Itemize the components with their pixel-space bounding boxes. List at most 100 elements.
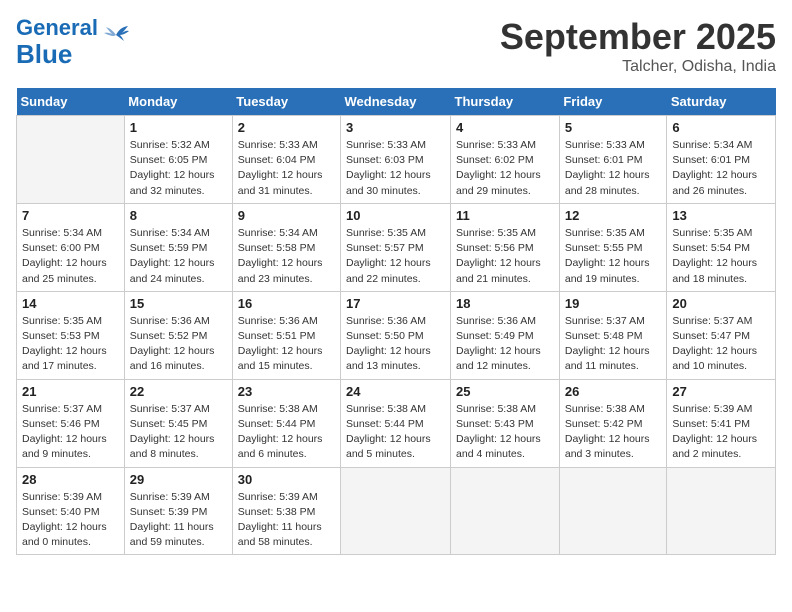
day-info: Sunrise: 5:33 AM Sunset: 6:01 PM Dayligh…: [565, 138, 662, 199]
day-number: 25: [456, 384, 554, 399]
logo-text: General Blue: [16, 16, 98, 69]
day-number: 26: [565, 384, 662, 399]
title-block: September 2025 Talcher, Odisha, India: [500, 16, 776, 76]
day-number: 30: [238, 472, 335, 487]
calendar-day: 23 Sunrise: 5:38 AM Sunset: 5:44 PM Dayli…: [232, 379, 340, 467]
calendar-day: 7 Sunrise: 5:34 AM Sunset: 6:00 PM Daylig…: [17, 203, 125, 291]
calendar-table: SundayMondayTuesdayWednesdayThursdayFrid…: [16, 88, 776, 555]
calendar-week-3: 14 Sunrise: 5:35 AM Sunset: 5:53 PM Dayli…: [17, 291, 776, 379]
day-info: Sunrise: 5:35 AM Sunset: 5:54 PM Dayligh…: [672, 226, 770, 287]
calendar-day: [667, 467, 776, 555]
month-title: September 2025: [500, 16, 776, 58]
calendar-day: 15 Sunrise: 5:36 AM Sunset: 5:52 PM Dayli…: [124, 291, 232, 379]
day-number: 16: [238, 296, 335, 311]
calendar-day: 29 Sunrise: 5:39 AM Sunset: 5:39 PM Dayli…: [124, 467, 232, 555]
calendar-day: 1 Sunrise: 5:32 AM Sunset: 6:05 PM Daylig…: [124, 116, 232, 204]
day-info: Sunrise: 5:34 AM Sunset: 5:58 PM Dayligh…: [238, 226, 335, 287]
day-number: 3: [346, 120, 445, 135]
day-number: 12: [565, 208, 662, 223]
day-info: Sunrise: 5:37 AM Sunset: 5:48 PM Dayligh…: [565, 314, 662, 375]
day-info: Sunrise: 5:38 AM Sunset: 5:43 PM Dayligh…: [456, 402, 554, 463]
day-info: Sunrise: 5:36 AM Sunset: 5:50 PM Dayligh…: [346, 314, 445, 375]
day-number: 22: [130, 384, 227, 399]
calendar-day: 22 Sunrise: 5:37 AM Sunset: 5:45 PM Dayli…: [124, 379, 232, 467]
day-info: Sunrise: 5:36 AM Sunset: 5:52 PM Dayligh…: [130, 314, 227, 375]
calendar-day: 12 Sunrise: 5:35 AM Sunset: 5:55 PM Dayli…: [559, 203, 667, 291]
calendar-day: 2Sunrise: 5:33 AM Sunset: 6:04 PM Daylig…: [232, 116, 340, 204]
day-info: Sunrise: 5:37 AM Sunset: 5:45 PM Dayligh…: [130, 402, 227, 463]
page-header: General Blue September 2025 Talcher, Odi…: [16, 16, 776, 76]
day-info: Sunrise: 5:38 AM Sunset: 5:44 PM Dayligh…: [346, 402, 445, 463]
calendar-day: 30 Sunrise: 5:39 AM Sunset: 5:38 PM Dayli…: [232, 467, 340, 555]
logo: General Blue: [16, 16, 130, 69]
day-info: Sunrise: 5:37 AM Sunset: 5:46 PM Dayligh…: [22, 402, 119, 463]
day-info: Sunrise: 5:39 AM Sunset: 5:38 PM Dayligh…: [238, 490, 335, 551]
day-info: Sunrise: 5:38 AM Sunset: 5:44 PM Dayligh…: [238, 402, 335, 463]
day-info: Sunrise: 5:39 AM Sunset: 5:40 PM Dayligh…: [22, 490, 119, 551]
calendar-day: 13 Sunrise: 5:35 AM Sunset: 5:54 PM Dayli…: [667, 203, 776, 291]
calendar-day: 16 Sunrise: 5:36 AM Sunset: 5:51 PM Dayli…: [232, 291, 340, 379]
day-number: 19: [565, 296, 662, 311]
day-info: Sunrise: 5:34 AM Sunset: 6:00 PM Dayligh…: [22, 226, 119, 287]
calendar-day: [451, 467, 560, 555]
day-number: 29: [130, 472, 227, 487]
calendar-day: 18Sunrise: 5:36 AM Sunset: 5:49 PM Dayli…: [451, 291, 560, 379]
day-number: 15: [130, 296, 227, 311]
calendar-day: 3 Sunrise: 5:33 AM Sunset: 6:03 PM Daylig…: [341, 116, 451, 204]
calendar-day: 8Sunrise: 5:34 AM Sunset: 5:59 PM Daylig…: [124, 203, 232, 291]
calendar-header-row: SundayMondayTuesdayWednesdayThursdayFrid…: [17, 88, 776, 116]
calendar-day: 28 Sunrise: 5:39 AM Sunset: 5:40 PM Dayli…: [17, 467, 125, 555]
day-number: 24: [346, 384, 445, 399]
day-number: 21: [22, 384, 119, 399]
day-number: 10: [346, 208, 445, 223]
calendar-day: 4 Sunrise: 5:33 AM Sunset: 6:02 PM Daylig…: [451, 116, 560, 204]
calendar-day: 9Sunrise: 5:34 AM Sunset: 5:58 PM Daylig…: [232, 203, 340, 291]
day-number: 1: [130, 120, 227, 135]
day-number: 5: [565, 120, 662, 135]
calendar-day: [559, 467, 667, 555]
day-number: 6: [672, 120, 770, 135]
calendar-day: [17, 116, 125, 204]
day-number: 14: [22, 296, 119, 311]
day-info: Sunrise: 5:39 AM Sunset: 5:41 PM Dayligh…: [672, 402, 770, 463]
calendar-day: 10Sunrise: 5:35 AM Sunset: 5:57 PM Dayli…: [341, 203, 451, 291]
header-tuesday: Tuesday: [232, 88, 340, 116]
day-info: Sunrise: 5:34 AM Sunset: 5:59 PM Dayligh…: [130, 226, 227, 287]
location-subtitle: Talcher, Odisha, India: [500, 58, 776, 76]
day-info: Sunrise: 5:38 AM Sunset: 5:42 PM Dayligh…: [565, 402, 662, 463]
day-info: Sunrise: 5:36 AM Sunset: 5:49 PM Dayligh…: [456, 314, 554, 375]
calendar-week-4: 21 Sunrise: 5:37 AM Sunset: 5:46 PM Dayli…: [17, 379, 776, 467]
header-friday: Friday: [559, 88, 667, 116]
day-number: 23: [238, 384, 335, 399]
day-info: Sunrise: 5:35 AM Sunset: 5:55 PM Dayligh…: [565, 226, 662, 287]
calendar-week-2: 7 Sunrise: 5:34 AM Sunset: 6:00 PM Daylig…: [17, 203, 776, 291]
day-info: Sunrise: 5:34 AM Sunset: 6:01 PM Dayligh…: [672, 138, 770, 199]
day-number: 4: [456, 120, 554, 135]
day-info: Sunrise: 5:32 AM Sunset: 6:05 PM Dayligh…: [130, 138, 227, 199]
day-info: Sunrise: 5:35 AM Sunset: 5:53 PM Dayligh…: [22, 314, 119, 375]
day-info: Sunrise: 5:37 AM Sunset: 5:47 PM Dayligh…: [672, 314, 770, 375]
calendar-week-5: 28 Sunrise: 5:39 AM Sunset: 5:40 PM Dayli…: [17, 467, 776, 555]
calendar-day: 20 Sunrise: 5:37 AM Sunset: 5:47 PM Dayli…: [667, 291, 776, 379]
calendar-day: 5 Sunrise: 5:33 AM Sunset: 6:01 PM Daylig…: [559, 116, 667, 204]
day-number: 11: [456, 208, 554, 223]
calendar-day: 25 Sunrise: 5:38 AM Sunset: 5:43 PM Dayli…: [451, 379, 560, 467]
day-number: 7: [22, 208, 119, 223]
header-thursday: Thursday: [451, 88, 560, 116]
day-info: Sunrise: 5:33 AM Sunset: 6:03 PM Dayligh…: [346, 138, 445, 199]
day-number: 13: [672, 208, 770, 223]
day-number: 27: [672, 384, 770, 399]
day-info: Sunrise: 5:35 AM Sunset: 5:56 PM Dayligh…: [456, 226, 554, 287]
day-number: 20: [672, 296, 770, 311]
day-info: Sunrise: 5:36 AM Sunset: 5:51 PM Dayligh…: [238, 314, 335, 375]
day-number: 28: [22, 472, 119, 487]
calendar-day: 26 Sunrise: 5:38 AM Sunset: 5:42 PM Dayli…: [559, 379, 667, 467]
logo-bird-icon: [102, 25, 130, 50]
day-number: 17: [346, 296, 445, 311]
calendar-day: 24 Sunrise: 5:38 AM Sunset: 5:44 PM Dayli…: [341, 379, 451, 467]
header-sunday: Sunday: [17, 88, 125, 116]
calendar-day: 27 Sunrise: 5:39 AM Sunset: 5:41 PM Dayli…: [667, 379, 776, 467]
day-info: Sunrise: 5:39 AM Sunset: 5:39 PM Dayligh…: [130, 490, 227, 551]
day-info: Sunrise: 5:33 AM Sunset: 6:02 PM Dayligh…: [456, 138, 554, 199]
calendar-day: 6 Sunrise: 5:34 AM Sunset: 6:01 PM Daylig…: [667, 116, 776, 204]
